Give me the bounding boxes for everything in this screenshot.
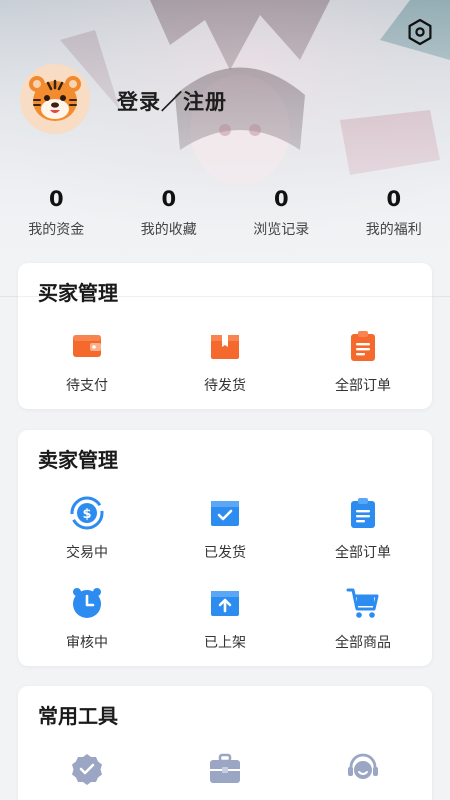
tool-customer-service[interactable] [294, 752, 432, 786]
stat-funds[interactable]: 0 我的资金 [0, 185, 113, 239]
buyer-pending-payment[interactable]: 待支付 [18, 329, 156, 395]
stat-history[interactable]: 0 浏览记录 [225, 185, 338, 239]
buyer-actions-row: 待支付 待发货 全部订单 [18, 329, 432, 395]
header-background-art [0, 0, 450, 300]
buyer-management-card: 买家管理 待支付 待发货 全部订单 [18, 263, 432, 409]
buyer-pending-shipment-label: 待发货 [204, 378, 246, 394]
buyer-all-orders[interactable]: 全部订单 [294, 329, 432, 395]
stat-value: 0 [386, 187, 402, 211]
stat-benefits[interactable]: 0 我的福利 [338, 185, 450, 239]
common-tools-card: 常用工具 [18, 686, 432, 800]
buyer-pending-shipment[interactable]: 待发货 [156, 329, 294, 395]
stat-label: 我的资金 [28, 222, 85, 238]
buyer-pending-payment-label: 待支付 [66, 378, 108, 394]
tool-verified[interactable] [18, 752, 156, 786]
tools-card-title: 常用工具 [38, 704, 118, 728]
seller-all-orders-label: 全部订单 [335, 545, 391, 561]
clipboard-icon [351, 331, 375, 361]
clipboard-icon [351, 498, 375, 528]
toolbox-icon [210, 753, 240, 783]
stat-label: 我的收藏 [140, 222, 197, 238]
buyer-card-title: 买家管理 [38, 281, 118, 305]
seller-all-products-label: 全部商品 [335, 635, 391, 651]
seller-under-review[interactable]: 审核中 [18, 586, 156, 652]
verified-badge-icon [72, 754, 102, 785]
login-register-link[interactable]: 登录／注册 [117, 86, 227, 116]
seller-under-review-label: 审核中 [66, 635, 108, 651]
settings-hexagon-icon[interactable] [406, 18, 434, 46]
customer-service-icon [348, 753, 378, 779]
header-divider [0, 296, 450, 297]
tools-row [18, 752, 432, 786]
seller-shipped[interactable]: 已发货 [156, 496, 294, 562]
stat-label: 我的福利 [365, 222, 422, 238]
tool-toolbox[interactable] [156, 752, 294, 786]
package-icon [211, 335, 239, 359]
seller-actions-row-1: $ 交易中 已发货 全部订单 [18, 496, 432, 562]
coin-exchange-icon: $ [70, 496, 104, 530]
seller-all-orders[interactable]: 全部订单 [294, 496, 432, 562]
wallet-icon [73, 335, 101, 357]
stat-value: 0 [273, 187, 289, 211]
seller-listed[interactable]: 已上架 [156, 586, 294, 652]
stat-value: 0 [161, 187, 177, 211]
svg-text:$: $ [82, 507, 91, 522]
seller-in-trade[interactable]: $ 交易中 [18, 496, 156, 562]
alarm-clock-icon [73, 588, 101, 618]
seller-actions-row-2: 审核中 已上架 全部商品 [18, 586, 432, 652]
stats-row: 0 我的资金 0 我的收藏 0 浏览记录 0 我的福利 [0, 185, 450, 239]
stat-value: 0 [48, 187, 64, 211]
seller-listed-label: 已上架 [204, 635, 246, 651]
stat-label: 浏览记录 [253, 222, 310, 238]
seller-card-title: 卖家管理 [38, 448, 118, 472]
profile-header: 登录／注册 0 我的资金 0 我的收藏 0 浏览记录 0 我的福利 [0, 0, 450, 300]
shopping-cart-icon [346, 588, 379, 618]
upload-box-icon [211, 591, 239, 616]
seller-in-trade-label: 交易中 [66, 545, 108, 561]
seller-management-card: 卖家管理 $ 交易中 已发货 全部订单 审核中 已上架 全部商品 [18, 430, 432, 666]
shipped-box-icon [211, 501, 239, 526]
tiger-avatar-icon [20, 64, 90, 134]
seller-shipped-label: 已发货 [204, 545, 246, 561]
seller-all-products[interactable]: 全部商品 [294, 586, 432, 652]
avatar[interactable] [20, 64, 90, 134]
stat-favorites[interactable]: 0 我的收藏 [113, 185, 226, 239]
buyer-all-orders-label: 全部订单 [335, 378, 391, 394]
